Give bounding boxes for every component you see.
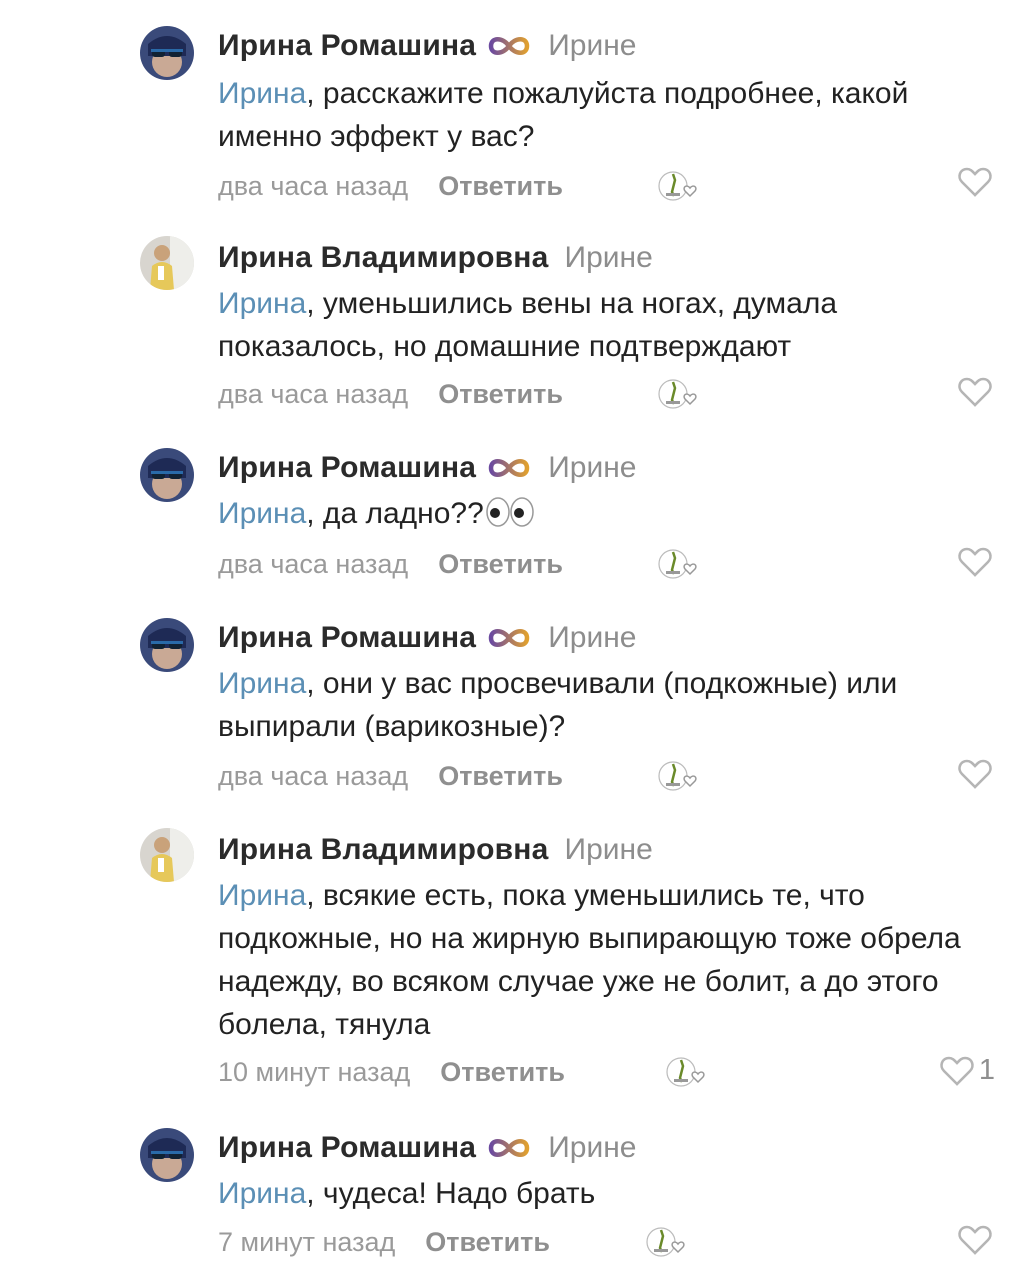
heart-icon: [958, 547, 992, 577]
reply-button[interactable]: Ответить: [438, 549, 563, 580]
comment-header: Ирина Владимировна Ирине: [218, 238, 653, 278]
comment: Ирина Ромашина Ирине Ирина, расскажите п…: [0, 20, 1031, 210]
comment-header: Ирина Ромашина Ирине: [218, 1128, 636, 1168]
author-reaction-icon: [656, 166, 700, 206]
eyes-emoji: [484, 497, 536, 527]
reply-button[interactable]: Ответить: [438, 171, 563, 202]
author-reaction-icon: [644, 1222, 688, 1262]
mention-link[interactable]: Ирина: [218, 667, 306, 700]
heart-icon: [958, 167, 992, 197]
author-name[interactable]: Ирина Ромашина: [218, 1131, 476, 1165]
comment-body: , чудеса! Надо брать: [306, 1177, 596, 1210]
comment-text: Ирина, они у вас просвечивали (подкожные…: [218, 662, 1008, 748]
comment-header: Ирина Ромашина Ирине: [218, 448, 636, 488]
comment-header: Ирина Владимировна Ирине: [218, 830, 653, 870]
reply-to[interactable]: Ирине: [548, 451, 636, 485]
comment-header: Ирина Ромашина Ирине: [218, 618, 636, 658]
like-button[interactable]: [957, 166, 997, 198]
comment-body: , всякие есть, пока уменьшились те, что …: [218, 879, 961, 1041]
comment: Ирина Владимировна Ирине Ирина, уменьшил…: [0, 232, 1031, 422]
mention-link[interactable]: Ирина: [218, 879, 306, 912]
author-name[interactable]: Ирина Ромашина: [218, 29, 476, 63]
comment-meta: два часа назад Ответить: [218, 758, 563, 794]
mention-link[interactable]: Ирина: [218, 497, 306, 530]
like-count: 1: [978, 1054, 995, 1086]
reply-button[interactable]: Ответить: [440, 1057, 565, 1088]
comment: Ирина Ромашина Ирине Ирина, да ладно?? д…: [0, 442, 1031, 582]
timestamp: два часа назад: [218, 170, 409, 201]
comment-text: Ирина, всякие есть, пока уменьшились те,…: [218, 874, 1008, 1046]
avatar[interactable]: [140, 236, 194, 290]
comment-text: Ирина, чудеса! Надо брать: [218, 1172, 1008, 1215]
author-reaction-icon: [656, 544, 700, 584]
reply-button[interactable]: Ответить: [425, 1227, 550, 1258]
timestamp: два часа назад: [218, 548, 409, 579]
comment-text: Ирина, да ладно??: [218, 492, 1008, 535]
author-name[interactable]: Ирина Ромашина: [218, 621, 476, 655]
author-reaction-icon: [664, 1052, 708, 1092]
author-name[interactable]: Ирина Владимировна: [218, 241, 549, 275]
comment-body: , да ладно??: [306, 497, 484, 530]
comment-thread: Ирина Ромашина Ирине Ирина, расскажите п…: [0, 0, 1031, 1280]
like-button[interactable]: [957, 546, 997, 578]
heart-icon: [958, 377, 992, 407]
mention-link[interactable]: Ирина: [218, 287, 306, 320]
infinity-icon: [486, 456, 532, 480]
like-button[interactable]: 1: [939, 1054, 995, 1087]
heart-icon: [958, 1225, 992, 1255]
comment-header: Ирина Ромашина Ирине: [218, 26, 636, 66]
comment-meta: 7 минут назад Ответить: [218, 1224, 550, 1260]
avatar[interactable]: [140, 26, 194, 80]
comment-meta: два часа назад Ответить: [218, 376, 563, 412]
timestamp: 7 минут назад: [218, 1226, 396, 1257]
reply-to[interactable]: Ирине: [548, 29, 636, 63]
reply-to[interactable]: Ирине: [565, 241, 653, 275]
like-button[interactable]: [957, 1224, 997, 1256]
reply-to[interactable]: Ирине: [548, 621, 636, 655]
comment-body: , уменьшились вены на ногах, думала пока…: [218, 287, 838, 363]
comment-body: , расскажите пожалуйста подробнее, какой…: [218, 77, 909, 153]
comment-body: , они у вас просвечивали (подкожные) или…: [218, 667, 898, 743]
timestamp: два часа назад: [218, 378, 409, 409]
reply-to[interactable]: Ирине: [548, 1131, 636, 1165]
timestamp: два часа назад: [218, 760, 409, 791]
comment-text: Ирина, расскажите пожалуйста подробнее, …: [218, 72, 1008, 158]
reply-button[interactable]: Ответить: [438, 379, 563, 410]
heart-icon: [940, 1056, 974, 1086]
comment: Ирина Ромашина Ирине Ирина, они у вас пр…: [0, 612, 1031, 802]
author-reaction-icon: [656, 756, 700, 796]
reply-button[interactable]: Ответить: [438, 761, 563, 792]
mention-link[interactable]: Ирина: [218, 77, 306, 110]
like-button[interactable]: [957, 758, 997, 790]
mention-link[interactable]: Ирина: [218, 1177, 306, 1210]
infinity-icon: [486, 34, 532, 58]
reply-to[interactable]: Ирине: [565, 833, 653, 867]
avatar[interactable]: [140, 618, 194, 672]
comment-text: Ирина, уменьшились вены на ногах, думала…: [218, 282, 1008, 368]
heart-icon: [958, 759, 992, 789]
like-button[interactable]: [957, 376, 997, 408]
avatar[interactable]: [140, 1128, 194, 1182]
comment-meta: 10 минут назад Ответить: [218, 1054, 565, 1090]
author-name[interactable]: Ирина Ромашина: [218, 451, 476, 485]
comment-meta: два часа назад Ответить: [218, 546, 563, 582]
avatar[interactable]: [140, 828, 194, 882]
author-reaction-icon: [656, 374, 700, 414]
comment: Ирина Владимировна Ирине Ирина, всякие е…: [0, 824, 1031, 1104]
comment: Ирина Ромашина Ирине Ирина, чудеса! Надо…: [0, 1122, 1031, 1272]
comment-meta: два часа назад Ответить: [218, 168, 563, 204]
infinity-icon: [486, 626, 532, 650]
infinity-icon: [486, 1136, 532, 1160]
avatar[interactable]: [140, 448, 194, 502]
author-name[interactable]: Ирина Владимировна: [218, 833, 549, 867]
timestamp: 10 минут назад: [218, 1056, 411, 1087]
